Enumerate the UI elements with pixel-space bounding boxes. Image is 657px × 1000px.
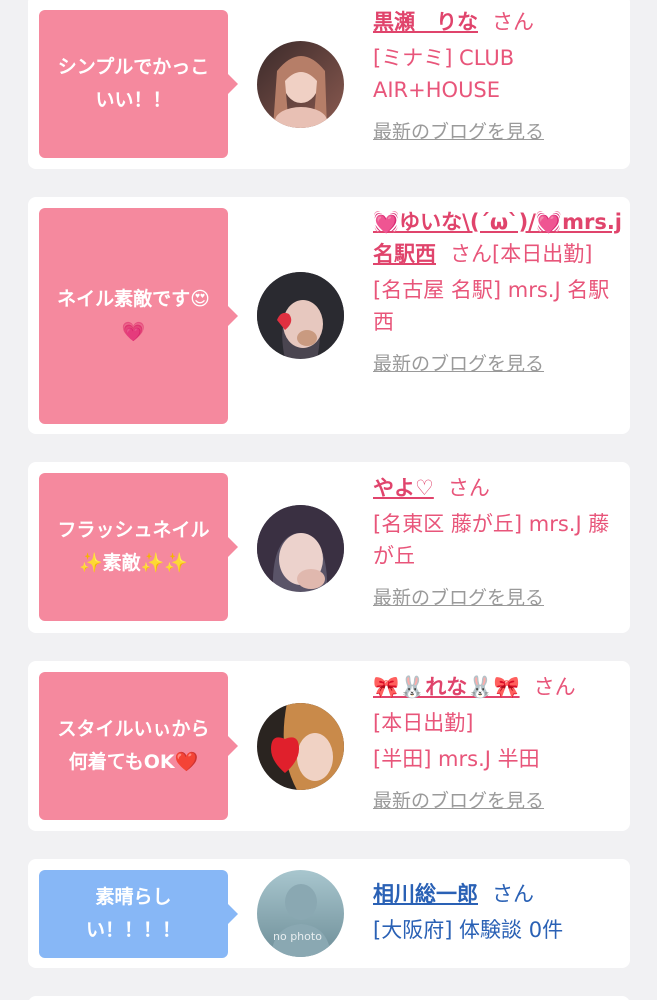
review-card: ネイル素敵です😍💗 💓ゆいな\(´ω`)/💓mrs.j名駅西 さん[本日出勤] [… (28, 197, 630, 434)
work-status: [本日出勤] (373, 711, 474, 735)
name-line: 🎀🐰れな🐰🎀 さん (373, 671, 623, 703)
name-line: 💓ゆいな\(´ω`)/💓mrs.j名駅西 さん[本日出勤] (373, 206, 623, 270)
girl-info: 黒瀬 りな さん [ミナミ] CLUB AIR+HOUSE 最新のブログを見る (373, 6, 623, 148)
shop-name: [ミナミ] CLUB AIR+HOUSE (373, 46, 515, 102)
comment-text: ネイル素敵です😍💗 (57, 288, 210, 343)
latest-blog-link[interactable]: 最新のブログを見る (373, 785, 544, 817)
name-line: やよ♡ さん (373, 472, 623, 504)
review-card: スタイルいぃから何着てもOK❤️ 🎀🐰れな🐰🎀 さん [本日出勤] [半田] mr… (28, 661, 630, 831)
comment-bubble: フラッシュネイル✨素敵✨✨ (39, 473, 238, 621)
girl-name-link[interactable]: 🎀🐰れな🐰🎀 (373, 675, 520, 699)
girl-info: やよ♡ さん [名東区 藤が丘] mrs.J 藤が丘 最新のブログを見る (373, 472, 623, 614)
girl-name-link[interactable]: 黒瀬 りな (373, 10, 478, 34)
shop-name: [名東区 藤が丘] mrs.J 藤が丘 (373, 512, 610, 568)
review-card: フラッシュネイル✨素敵✨✨ やよ♡ さん [名東区 藤が丘] mrs.J 藤が丘 … (28, 462, 630, 633)
shop-name: [名古屋 名駅] mrs.J 名駅西 (373, 278, 610, 334)
comment-bubble: 素晴らしい！！！！ (39, 870, 238, 958)
girl-info: 🎀🐰れな🐰🎀 さん [本日出勤] [半田] mrs.J 半田 最新のブログを見る (373, 671, 623, 817)
comment-text: フラッシュネイル✨素敵✨✨ (57, 519, 210, 574)
name-line: 相川総一郎 さん (373, 878, 623, 910)
review-feed: シンプルでかっこいい！！ 黒瀬 りな さん [ミナミ] CLUB AIR+HOU… (0, 0, 657, 1000)
girl-info: 💓ゆいな\(´ω`)/💓mrs.j名駅西 さん[本日出勤] [名古屋 名駅] mr… (373, 206, 623, 380)
comment-text: シンプルでかっこいい！！ (57, 56, 210, 111)
review-card: 素晴らしい！！！！ no photo 相川総一郎 さん [大阪府] 体験談 0件 (28, 859, 630, 968)
girl-info: 相川総一郎 さん [大阪府] 体験談 0件 (373, 878, 623, 946)
shop-name: [半田] mrs.J 半田 (373, 747, 540, 771)
honorific: さん[本日出勤] (450, 242, 593, 266)
user-name-link[interactable]: 相川総一郎 (373, 882, 478, 906)
honorific: さん (447, 476, 490, 500)
comment-bubble: スタイルいぃから何着てもOK❤️ (39, 672, 238, 820)
latest-blog-link[interactable]: 最新のブログを見る (373, 348, 544, 380)
girl-name-link[interactable]: やよ♡ (373, 476, 434, 500)
latest-blog-link[interactable]: 最新のブログを見る (373, 116, 544, 148)
honorific: さん (492, 10, 534, 34)
comment-text: 素晴らしい！！！！ (85, 886, 181, 941)
latest-blog-link[interactable]: 最新のブログを見る (373, 582, 544, 614)
avatar[interactable]: no photo (257, 870, 344, 957)
review-card (28, 996, 630, 1000)
comment-bubble: シンプルでかっこいい！！ (39, 10, 238, 158)
avatar[interactable] (257, 272, 344, 359)
honorific: さん (492, 882, 534, 906)
review-count: [大阪府] 体験談 0件 (373, 918, 564, 942)
no-photo-text: no photo (273, 930, 322, 943)
comment-text: スタイルいぃから何着てもOK❤️ (57, 718, 210, 773)
avatar[interactable] (257, 41, 344, 128)
avatar[interactable] (257, 703, 344, 790)
honorific: さん (533, 675, 576, 699)
avatar[interactable] (257, 505, 344, 592)
comment-bubble: ネイル素敵です😍💗 (39, 208, 238, 424)
name-line: 黒瀬 りな さん (373, 6, 623, 38)
review-card: シンプルでかっこいい！！ 黒瀬 りな さん [ミナミ] CLUB AIR+HOU… (28, 0, 630, 169)
